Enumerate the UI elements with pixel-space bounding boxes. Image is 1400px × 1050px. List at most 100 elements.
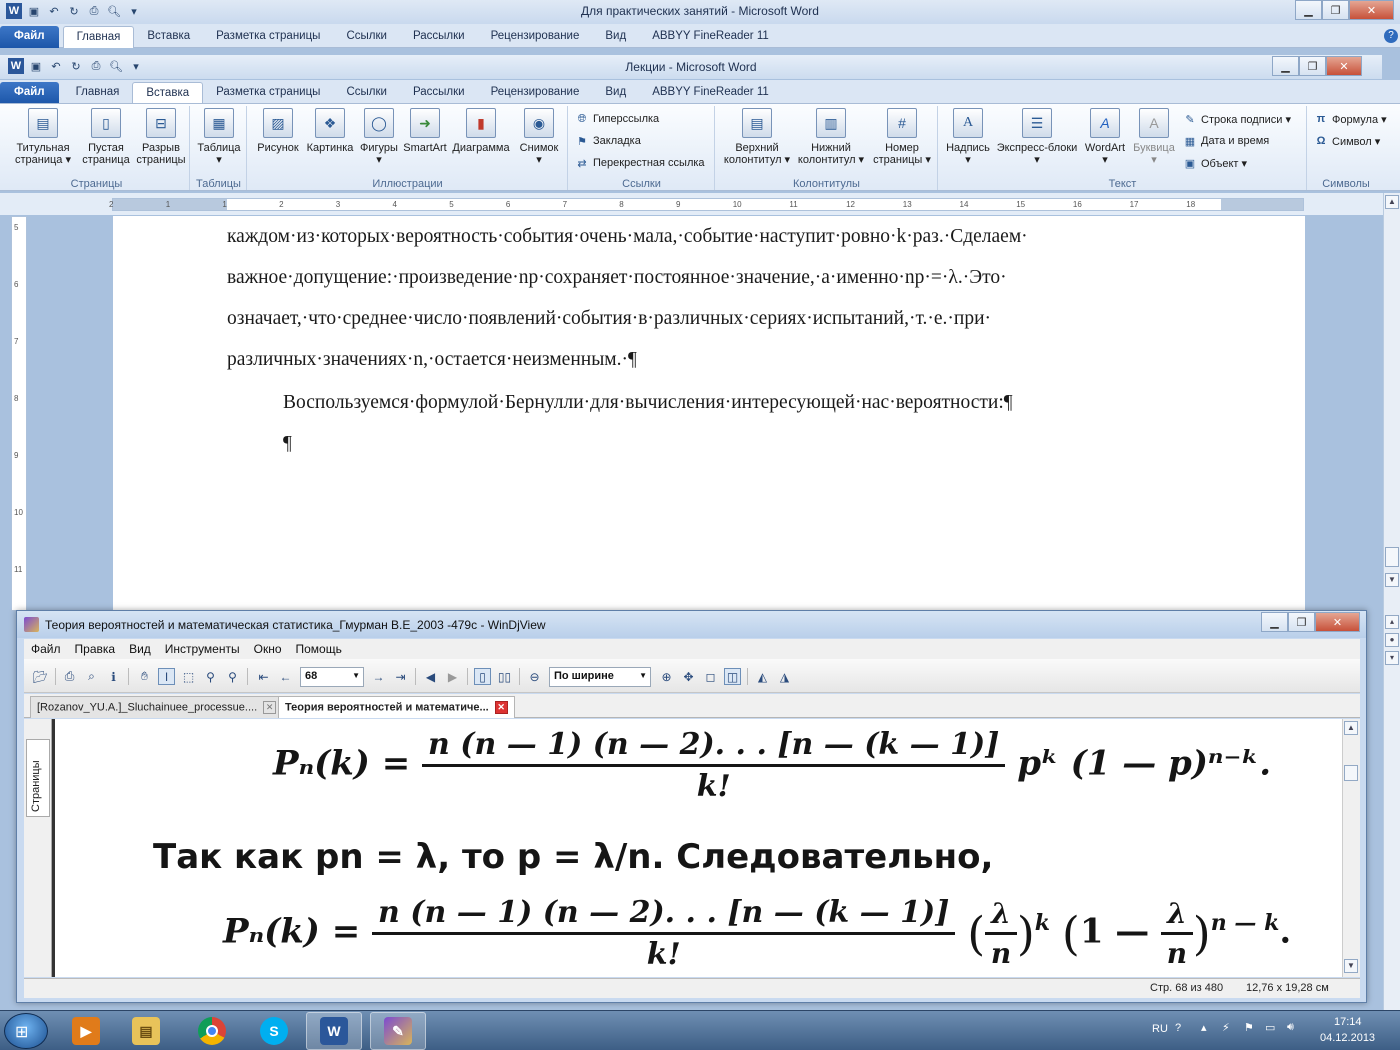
screenshot-button[interactable]: ◉ Снимок ▾ bbox=[512, 108, 566, 166]
djv-maximize-button[interactable]: ❐ bbox=[1288, 612, 1315, 632]
menu-tools[interactable]: Инструменты bbox=[158, 639, 247, 659]
bookmark-button[interactable]: ⚑ Закладка bbox=[575, 134, 641, 148]
fit-page-icon[interactable]: ✥ bbox=[680, 668, 697, 685]
menu-window[interactable]: Окно bbox=[247, 639, 289, 659]
tab-6[interactable]: Рецензирование bbox=[478, 26, 593, 48]
zoom-select[interactable]: По ширине ▼ bbox=[549, 667, 651, 687]
cross-reference-button[interactable]: ⇄ Перекрестная ссылка bbox=[575, 156, 704, 170]
language-indicator[interactable]: RU bbox=[1152, 1023, 1168, 1035]
tab-8[interactable]: ABBYY FineReader 11 bbox=[639, 82, 782, 104]
inner-maximize-button[interactable]: ❐ bbox=[1299, 56, 1326, 76]
tab-1[interactable]: Главная bbox=[63, 82, 133, 104]
tab-4[interactable]: Ссылки bbox=[333, 26, 400, 48]
tab-0[interactable]: Файл bbox=[0, 26, 59, 48]
scroll-down-icon[interactable]: ▼ bbox=[1385, 573, 1399, 587]
print-icon[interactable]: ⎙ bbox=[61, 668, 78, 685]
tab-3[interactable]: Разметка страницы bbox=[203, 26, 333, 48]
fit-width-icon[interactable]: ◫ bbox=[724, 668, 741, 685]
djv-minimize-button[interactable]: ▁ bbox=[1261, 612, 1288, 632]
tab-5[interactable]: Рассылки bbox=[400, 82, 478, 104]
two-pages-icon[interactable]: ▯▯ bbox=[496, 668, 513, 685]
show-hidden-icon[interactable]: ▴ bbox=[1201, 1021, 1207, 1034]
textbox-button[interactable]: A Надпись ▾ bbox=[941, 108, 995, 166]
clipart-button[interactable]: ❖ Картинка bbox=[302, 108, 358, 154]
forward-icon[interactable]: ▶ bbox=[444, 668, 461, 685]
close-icon[interactable]: ✕ bbox=[263, 701, 277, 714]
taskbar-explorer[interactable]: ▤ bbox=[118, 1012, 174, 1050]
clock-time[interactable]: 17:14 bbox=[1334, 1016, 1362, 1028]
tab-2[interactable]: Вставка bbox=[134, 26, 203, 48]
scroll-thumb[interactable] bbox=[1385, 547, 1399, 567]
page-break-button[interactable]: ⊟ Разрыв страницы bbox=[134, 108, 188, 166]
menu-edit[interactable]: Правка bbox=[68, 639, 123, 659]
hyperlink-button[interactable]: 🌐︎ Гиперссылка bbox=[575, 112, 660, 126]
page-number-input[interactable]: 68 ▼ bbox=[300, 667, 364, 687]
cover-page-button[interactable]: ▤ Титульная страница ▾ bbox=[8, 108, 78, 166]
outer-minimize-button[interactable]: ▁ bbox=[1295, 0, 1322, 20]
close-icon[interactable]: ✕ bbox=[494, 701, 508, 714]
inner-close-button[interactable]: ✕ bbox=[1326, 56, 1362, 76]
pages-panel-tab[interactable]: Страницы bbox=[26, 739, 50, 817]
network-icon[interactable]: ⚡︎ bbox=[1222, 1021, 1230, 1034]
tab-4[interactable]: Ссылки bbox=[333, 82, 400, 104]
actual-size-icon[interactable]: ◻ bbox=[702, 668, 719, 685]
tab-7[interactable]: Вид bbox=[592, 82, 639, 104]
header-button[interactable]: ▤ Верхний колонтитул ▾ bbox=[720, 108, 794, 166]
symbol-button[interactable]: Ω Символ ▾ bbox=[1314, 134, 1381, 148]
signature-line-button[interactable]: ✎ Строка подписи ▾ bbox=[1183, 112, 1291, 126]
help-tray-icon[interactable]: ? bbox=[1175, 1022, 1181, 1034]
menu-help[interactable]: Помощь bbox=[289, 639, 349, 659]
tab-gmurman[interactable]: Теория вероятностей и математиче... ✕ bbox=[278, 696, 515, 718]
first-page-icon[interactable]: ⇤ bbox=[255, 668, 272, 685]
wordart-button[interactable]: A WordArt ▾ bbox=[1079, 108, 1131, 166]
taskbar-chrome[interactable] bbox=[184, 1012, 240, 1050]
select-browse-object-icon[interactable]: ● bbox=[1385, 633, 1399, 647]
word-vertical-scrollbar[interactable]: ▲ ▼ ▴ ● ▾ bbox=[1383, 193, 1400, 1033]
horizontal-ruler[interactable]: 2 1 1 2 3 4 5 6 7 8 9 10 11 12 13 14 15 16 17 18 bbox=[0, 193, 1384, 215]
magnifier-icon[interactable]: ⚲ bbox=[224, 668, 241, 685]
monitor-icon[interactable]: ▭ bbox=[1265, 1021, 1275, 1034]
shapes-button[interactable]: ◯ Фигуры ▾ bbox=[356, 108, 402, 166]
single-page-icon[interactable]: ▯ bbox=[474, 668, 491, 685]
info-icon[interactable]: ℹ bbox=[105, 668, 122, 685]
taskbar-media-player[interactable]: ▶ bbox=[58, 1012, 114, 1050]
taskbar-word[interactable]: W bbox=[306, 1012, 362, 1050]
volume-icon[interactable]: 🔊︎ bbox=[1287, 1021, 1294, 1034]
next-page-icon[interactable]: ▾ bbox=[1385, 651, 1399, 665]
zoom-out-icon[interactable]: ⊖ bbox=[526, 668, 543, 685]
vertical-ruler[interactable]: 5 6 7 8 9 10 11 bbox=[11, 216, 27, 611]
djv-vertical-scrollbar[interactable]: ▲ ▼ bbox=[1342, 719, 1360, 977]
date-time-button[interactable]: ▦ Дата и время bbox=[1183, 134, 1269, 148]
prev-page-icon[interactable]: ← bbox=[277, 668, 294, 685]
djv-close-button[interactable]: ✕ bbox=[1315, 612, 1360, 632]
blank-page-button[interactable]: ▯ Пустая страница bbox=[78, 108, 134, 166]
hand-tool-icon[interactable]: ✋︎ bbox=[136, 668, 153, 685]
quickparts-button[interactable]: ☰ Экспресс-блоки ▾ bbox=[995, 108, 1079, 166]
open-icon[interactable]: 📂︎ bbox=[32, 668, 49, 685]
tab-0[interactable]: Файл bbox=[0, 82, 59, 104]
tab-7[interactable]: Вид bbox=[592, 26, 639, 48]
djv-page-view[interactable]: Pₙ(k) = n (n — 1) (n — 2). . . [n — (k —… bbox=[52, 719, 1342, 977]
tab-rozanov[interactable]: [Rozanov_YU.A.]_Sluchainuee_processue...… bbox=[30, 696, 284, 718]
taskbar-windjview[interactable]: ✎ bbox=[370, 1012, 426, 1050]
scroll-up-icon[interactable]: ▲ bbox=[1385, 195, 1399, 209]
inner-minimize-button[interactable]: ▁ bbox=[1272, 56, 1299, 76]
rotate-left-icon[interactable]: ◭ bbox=[754, 668, 771, 685]
smartart-button[interactable]: ➜ SmartArt bbox=[400, 108, 450, 154]
help-icon[interactable]: ? bbox=[1384, 29, 1398, 43]
zoom-in-icon[interactable]: ⊕ bbox=[658, 668, 675, 685]
dropcap-button[interactable]: A Буквица ▾ bbox=[1129, 108, 1179, 166]
tab-5[interactable]: Рассылки bbox=[400, 26, 478, 48]
tab-6[interactable]: Рецензирование bbox=[478, 82, 593, 104]
rotate-right-icon[interactable]: ◮ bbox=[776, 668, 793, 685]
object-button[interactable]: ▣ Объект ▾ bbox=[1183, 156, 1247, 170]
footer-button[interactable]: ▥ Нижний колонтитул ▾ bbox=[794, 108, 868, 166]
scroll-up-icon[interactable]: ▲ bbox=[1344, 721, 1358, 735]
equation-button[interactable]: π Формула ▾ bbox=[1314, 112, 1387, 126]
find-icon[interactable]: ⌕ bbox=[83, 668, 100, 685]
menu-file[interactable]: Файл bbox=[24, 639, 68, 659]
zoom-tool-icon[interactable]: ⚲ bbox=[202, 668, 219, 685]
prev-page-icon[interactable]: ▴ bbox=[1385, 615, 1399, 629]
picture-button[interactable]: ▨ Рисунок bbox=[252, 108, 304, 154]
tab-1[interactable]: Главная bbox=[62, 26, 135, 48]
